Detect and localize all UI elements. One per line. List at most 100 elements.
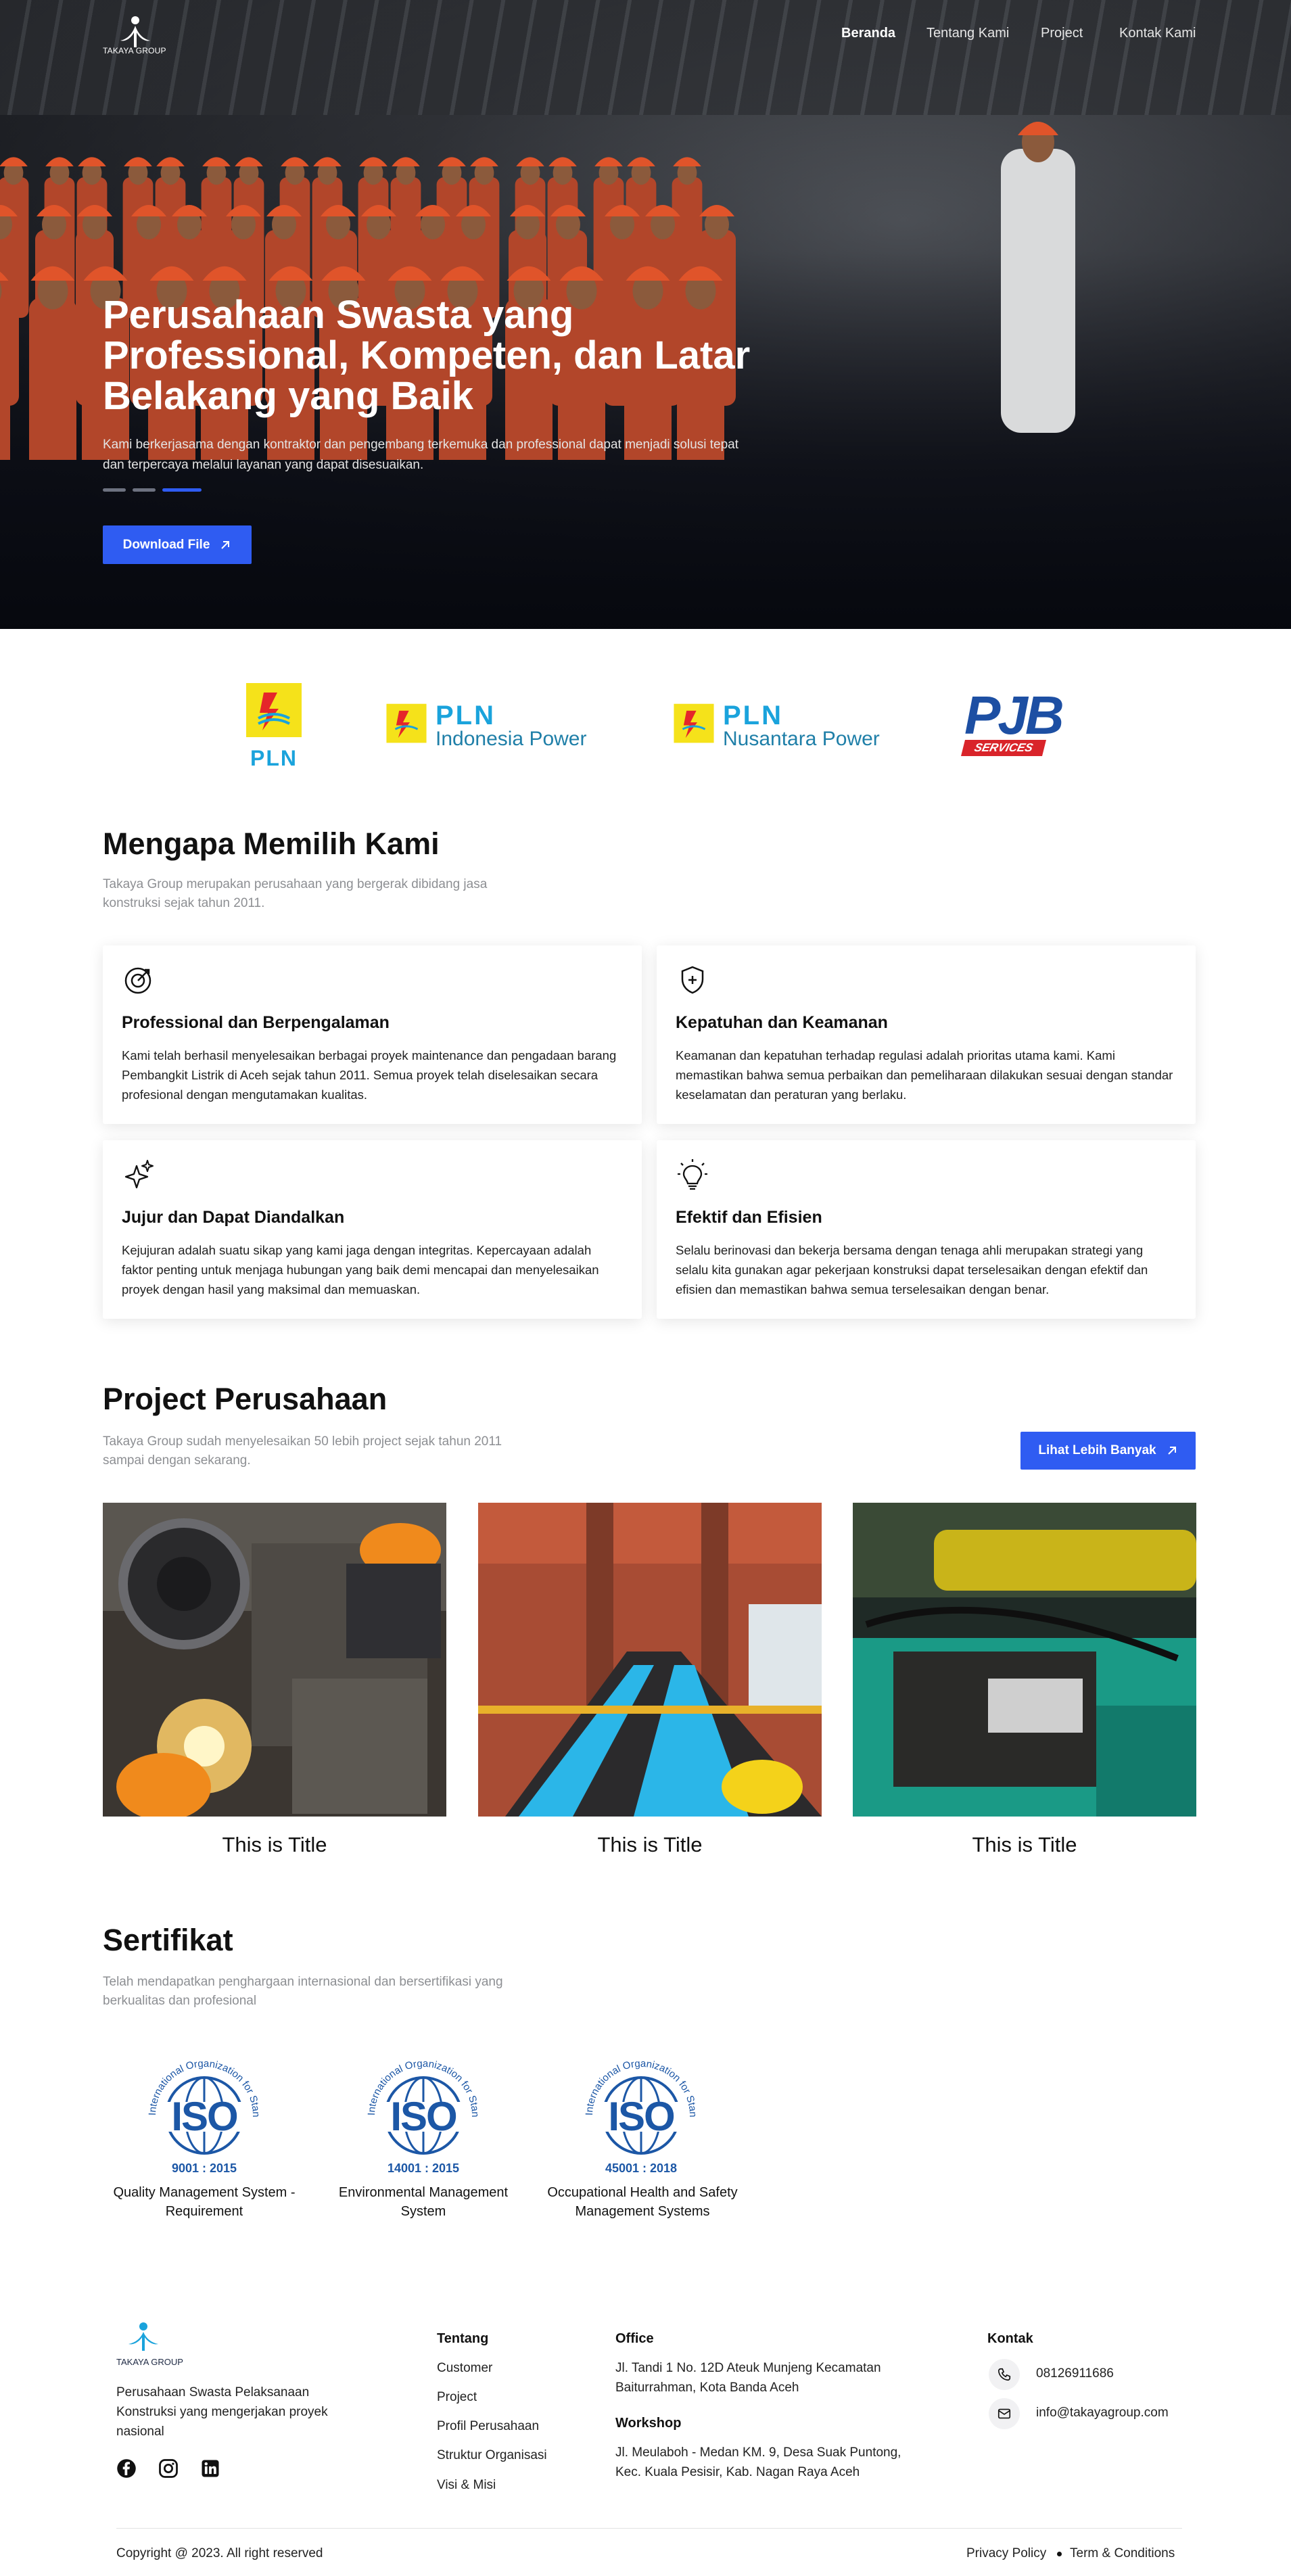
- iso-45001-badge: International Organization for Standardi…: [537, 2032, 743, 2180]
- partner-pjb-services: PJB SERVICES: [960, 685, 1064, 760]
- projects-subtitle: Takaya Group sudah menyelesaikan 50 lebi…: [103, 1434, 502, 1468]
- target-icon: [124, 967, 151, 994]
- projects-title: Project Perusahaan: [103, 1382, 388, 1416]
- feature-desc: Keamanan dan kepatuhan terhadap regulasi…: [676, 1048, 1173, 1102]
- svg-text:45001 : 2018: 45001 : 2018: [605, 2161, 677, 2175]
- footer-office-heading: Office: [615, 2331, 654, 2346]
- nav-tentang-kami[interactable]: Tentang Kami: [926, 26, 1009, 41]
- footer-phone[interactable]: 08126911686: [1036, 2366, 1114, 2381]
- phone-icon: [989, 2359, 1020, 2390]
- partner-pln-np-name: PLN: [723, 701, 783, 730]
- iso-14001-caption: Environmental Management System: [338, 2185, 509, 2219]
- footer-divider: [116, 2528, 1182, 2529]
- see-more-projects-button[interactable]: Lihat Lebih Banyak: [1020, 1432, 1196, 1470]
- feature-card: Jujur dan Dapat Diandalkan Kejujuran ada…: [103, 1140, 642, 1319]
- sparkles-icon: [124, 1160, 154, 1189]
- linkedin-icon[interactable]: [200, 2458, 220, 2479]
- feature-title: Professional dan Berpengalaman: [122, 1013, 390, 1032]
- feature-title: Kepatuhan dan Keamanan: [676, 1013, 888, 1032]
- footer-link-profil[interactable]: Profil Perusahaan: [437, 2419, 539, 2434]
- iso-14001-badge: International Organization for Standardi…: [319, 2032, 525, 2180]
- feature-title: Efektif dan Efisien: [676, 1208, 822, 1227]
- terms-link[interactable]: Term & Conditions: [1070, 2546, 1175, 2561]
- slider-dot[interactable]: [103, 488, 126, 492]
- logo-text: TAKAYA GROUP: [103, 46, 166, 55]
- download-file-button[interactable]: Download File: [103, 525, 252, 564]
- feature-card: Professional dan Berpengalaman Kami tela…: [103, 945, 642, 1124]
- partner-pln-ip-name: PLN: [436, 701, 496, 730]
- certs-subtitle: Telah mendapatkan penghargaan internasio…: [103, 1975, 503, 2008]
- project-title[interactable]: This is Title: [478, 1833, 822, 1857]
- footer-logo-text: TAKAYA GROUP: [116, 2357, 183, 2367]
- partner-pln-ip-line2: Indonesia Power: [436, 728, 587, 750]
- arrow-up-right-icon: [221, 540, 230, 549]
- footer-workshop-address: Jl. Meulaboh - Medan KM. 9, Desa Suak Pu…: [615, 2445, 901, 2479]
- svg-text:ISO: ISO: [608, 2094, 674, 2139]
- footer-kontak-heading: Kontak: [987, 2331, 1033, 2346]
- footer-logo-icon[interactable]: [116, 2320, 170, 2360]
- project-title[interactable]: This is Title: [853, 1833, 1196, 1857]
- lightbulb-icon: [678, 1159, 707, 1190]
- svg-text:ISO: ISO: [390, 2094, 456, 2139]
- footer-separator-dot: [1057, 2552, 1062, 2556]
- footer-tagline: Perusahaan Swasta Pelaksanaan Konstruksi…: [116, 2385, 328, 2439]
- footer-link-visi-misi[interactable]: Visi & Misi: [437, 2478, 496, 2493]
- top-navbar: TAKAYA GROUP Beranda Tentang Kami Projec…: [0, 0, 1291, 74]
- why-title: Mengapa Memilih Kami: [103, 826, 440, 861]
- pjb-services-badge: SERVICES: [961, 740, 1046, 756]
- svg-text:14001 : 2015: 14001 : 2015: [388, 2161, 459, 2175]
- shield-plus-icon: [681, 966, 704, 994]
- project-image-conveyor[interactable]: [478, 1503, 822, 1817]
- feature-desc: Kejujuran adalah suatu sikap yang kami j…: [122, 1243, 599, 1296]
- feature-desc: Selalu berinovasi dan bekerja bersama de…: [676, 1243, 1148, 1296]
- hero-subtitle: Kami berkerjasama dengan kontraktor dan …: [103, 438, 739, 472]
- partner-pln-text: PLN: [250, 746, 298, 770]
- iso-globe-icon: International Organization for Standardi…: [537, 2032, 699, 2175]
- nav-kontak-kami[interactable]: Kontak Kami: [1119, 26, 1196, 41]
- iso-45001-caption: Occupational Health and Safety Managemen…: [547, 2185, 738, 2219]
- download-file-label: Download File: [122, 537, 210, 552]
- svg-text:ISO: ISO: [171, 2094, 237, 2139]
- slider-dot[interactable]: [133, 488, 156, 492]
- feature-card: Efektif dan Efisien Selalu berinovasi da…: [657, 1140, 1196, 1319]
- partner-pln-indonesia-power: PLN Indonesia Power: [385, 701, 602, 750]
- pjb-logo-text: PJB: [964, 685, 1064, 745]
- mail-icon: [989, 2398, 1020, 2429]
- pln-logo-icon: [674, 703, 714, 743]
- footer-link-project[interactable]: Project: [437, 2390, 477, 2405]
- nav-project[interactable]: Project: [1041, 26, 1083, 41]
- project-image-machinery[interactable]: [853, 1503, 1196, 1817]
- arrow-up-right-icon: [1167, 1447, 1176, 1455]
- project-title[interactable]: This is Title: [103, 1833, 446, 1857]
- footer-workshop-heading: Workshop: [615, 2416, 682, 2431]
- feature-desc: Kami telah berhasil menyelesaikan berbag…: [122, 1048, 617, 1102]
- iso-9001-badge: International Organization for Standardi…: [100, 2032, 306, 2180]
- hero-title: Perusahaan Swasta yang Professional, Kom…: [103, 293, 751, 418]
- partner-pln-nusantara-power: PLN Nusantara Power: [673, 701, 889, 750]
- pln-logo-icon: [246, 683, 302, 737]
- footer-link-struktur[interactable]: Struktur Organisasi: [437, 2448, 547, 2463]
- see-more-label: Lihat Lebih Banyak: [1038, 1443, 1156, 1457]
- project-image-welding[interactable]: [103, 1503, 446, 1817]
- why-subtitle: Takaya Group merupakan perusahaan yang b…: [103, 877, 488, 910]
- certs-title: Sertifikat: [103, 1923, 233, 1957]
- footer-tentang-heading: Tentang: [437, 2331, 489, 2346]
- iso-globe-icon: International Organization for Standardi…: [100, 2032, 262, 2175]
- copyright: Copyright @ 2023. All right reserved: [116, 2546, 323, 2560]
- pln-logo-icon: [386, 703, 427, 743]
- slider-dot-active[interactable]: [162, 488, 202, 492]
- svg-text:9001 : 2015: 9001 : 2015: [172, 2161, 237, 2175]
- privacy-policy-link[interactable]: Privacy Policy: [966, 2546, 1046, 2561]
- instagram-icon[interactable]: [158, 2458, 179, 2479]
- facebook-icon[interactable]: [116, 2458, 137, 2479]
- feature-card: Kepatuhan dan Keamanan Keamanan dan kepa…: [657, 945, 1196, 1124]
- iso-9001-caption: Quality Management System - Requirement: [113, 2185, 296, 2219]
- footer-office-address: Jl. Tandi 1 No. 12D Ateuk Munjeng Kecama…: [615, 2361, 881, 2395]
- iso-globe-icon: International Organization for Standardi…: [319, 2032, 481, 2175]
- partner-pln: PLN: [245, 683, 303, 770]
- nav-beranda[interactable]: Beranda: [841, 26, 895, 41]
- footer-email[interactable]: info@takayagroup.com: [1036, 2406, 1169, 2420]
- footer-link-customer[interactable]: Customer: [437, 2361, 492, 2376]
- hero-section: TAKAYA GROUP Beranda Tentang Kami Projec…: [0, 0, 1291, 629]
- partner-pln-np-line2: Nusantara Power: [723, 728, 880, 750]
